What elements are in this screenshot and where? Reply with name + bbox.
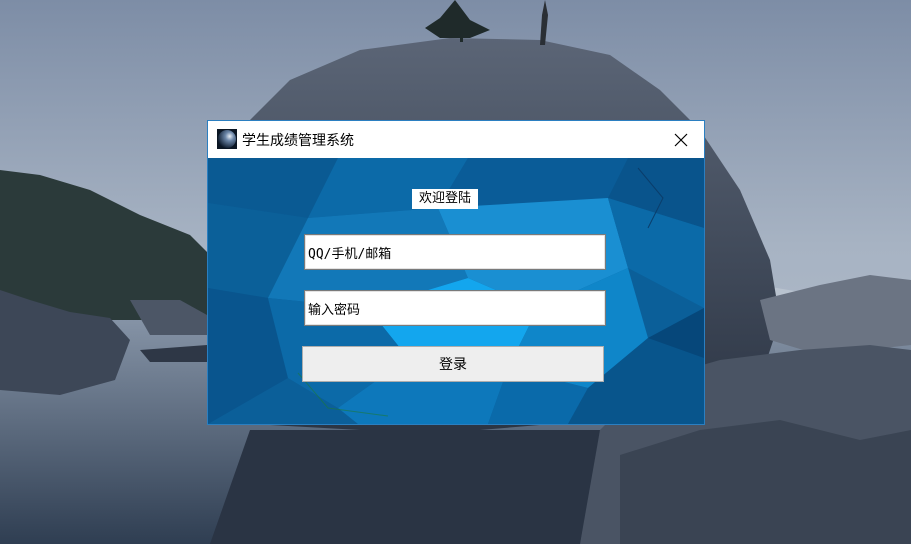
login-panel: 欢迎登陆 登录 xyxy=(208,158,704,424)
login-window: 学生成绩管理系统 欢迎登陆 QQ/手机/邮箱 输入密码 登录 xyxy=(207,120,705,425)
username-input[interactable] xyxy=(306,236,602,268)
welcome-label: 欢迎登陆 xyxy=(412,189,478,209)
login-button[interactable]: 登录 xyxy=(302,346,604,382)
password-field[interactable] xyxy=(304,290,606,326)
window-title: 学生成绩管理系统 xyxy=(242,133,354,149)
app-sphere-icon xyxy=(217,129,237,149)
title-bar[interactable]: 学生成绩管理系统 xyxy=(208,121,704,158)
close-icon xyxy=(674,133,688,146)
username-field[interactable] xyxy=(304,234,606,270)
close-button[interactable] xyxy=(658,121,704,158)
password-input[interactable] xyxy=(306,292,602,324)
